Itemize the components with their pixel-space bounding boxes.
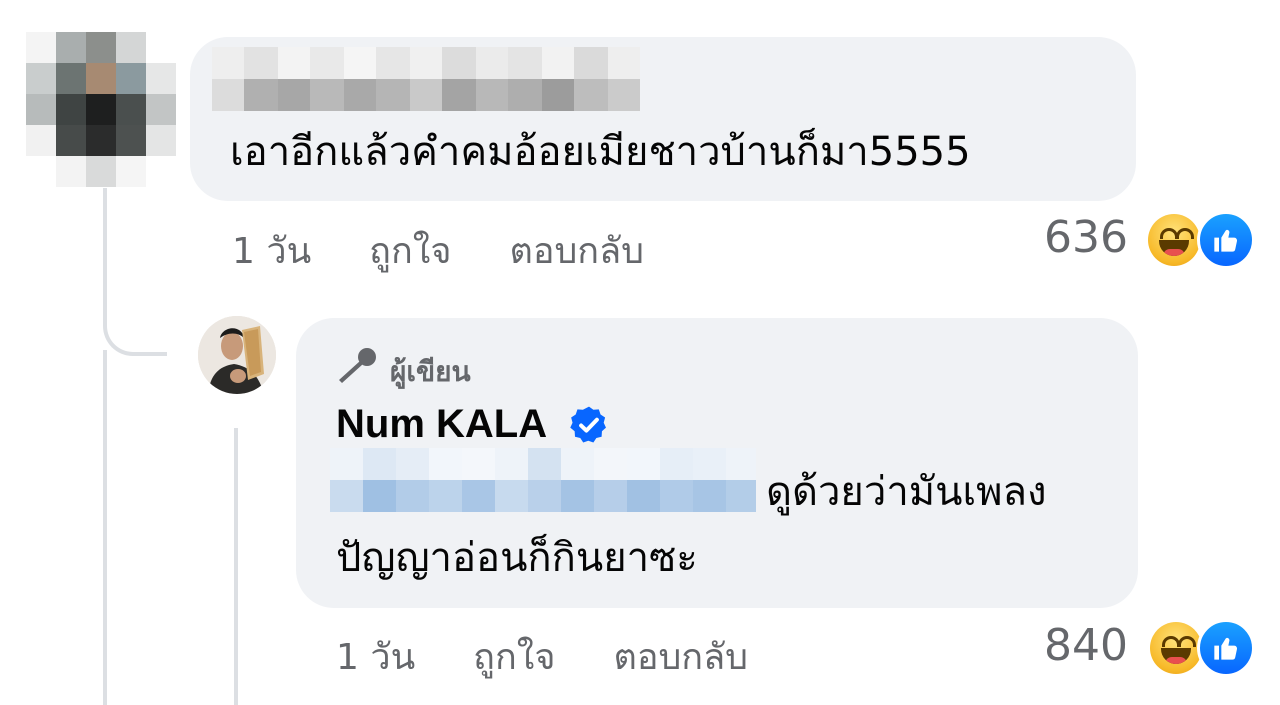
author-name[interactable]: Num KALA <box>336 402 547 447</box>
reply-button[interactable]: ตอบกลับ <box>509 222 644 279</box>
reply-timestamp[interactable]: 1 วัน <box>336 628 415 685</box>
thread-connector-curve <box>103 262 167 356</box>
reaction-count[interactable]: 636 <box>1044 212 1128 263</box>
comment-timestamp[interactable]: 1 วัน <box>232 222 311 279</box>
verified-badge-icon <box>568 404 610 450</box>
author-badge-label: ผู้เขียน <box>390 355 471 388</box>
reply-text-line1: ดูด้วยว่ามันเพลง <box>766 469 1047 515</box>
reply-reaction-count[interactable]: 840 <box>1044 620 1128 671</box>
thread-line-main-lower <box>103 350 107 705</box>
thread-line-main <box>103 188 107 268</box>
reply-reply-button[interactable]: ตอบกลับ <box>613 628 748 685</box>
like-button[interactable]: ถูกใจ <box>369 222 451 279</box>
tagged-name-blurred[interactable] <box>330 448 756 480</box>
comment-actions: 1 วัน ถูกใจ ตอบกลับ <box>232 222 644 279</box>
commenter-avatar-pixelated[interactable] <box>26 32 176 188</box>
like-icon <box>1197 211 1255 269</box>
commenter-name-blurred-row2 <box>212 79 640 111</box>
thread-line-reply <box>234 428 238 705</box>
reply-actions: 1 วัน ถูกใจ ตอบกลับ <box>336 628 748 685</box>
commenter-name-blurred[interactable] <box>212 47 640 79</box>
reply-like-button[interactable]: ถูกใจ <box>473 628 555 685</box>
reply-text-line2: ปัญญาอ่อนก็กินยาซะ <box>336 535 698 581</box>
comment-text: เอาอีกแล้วคำคมอ้อยเมียชาวบ้านก็มา5555 <box>230 129 971 175</box>
reply-like-icon <box>1197 619 1255 677</box>
microphone-icon <box>336 346 378 390</box>
author-avatar[interactable] <box>198 316 276 394</box>
reply-haha-icon <box>1150 622 1202 674</box>
haha-icon <box>1148 214 1200 266</box>
tagged-name-blurred-row2 <box>330 480 756 512</box>
